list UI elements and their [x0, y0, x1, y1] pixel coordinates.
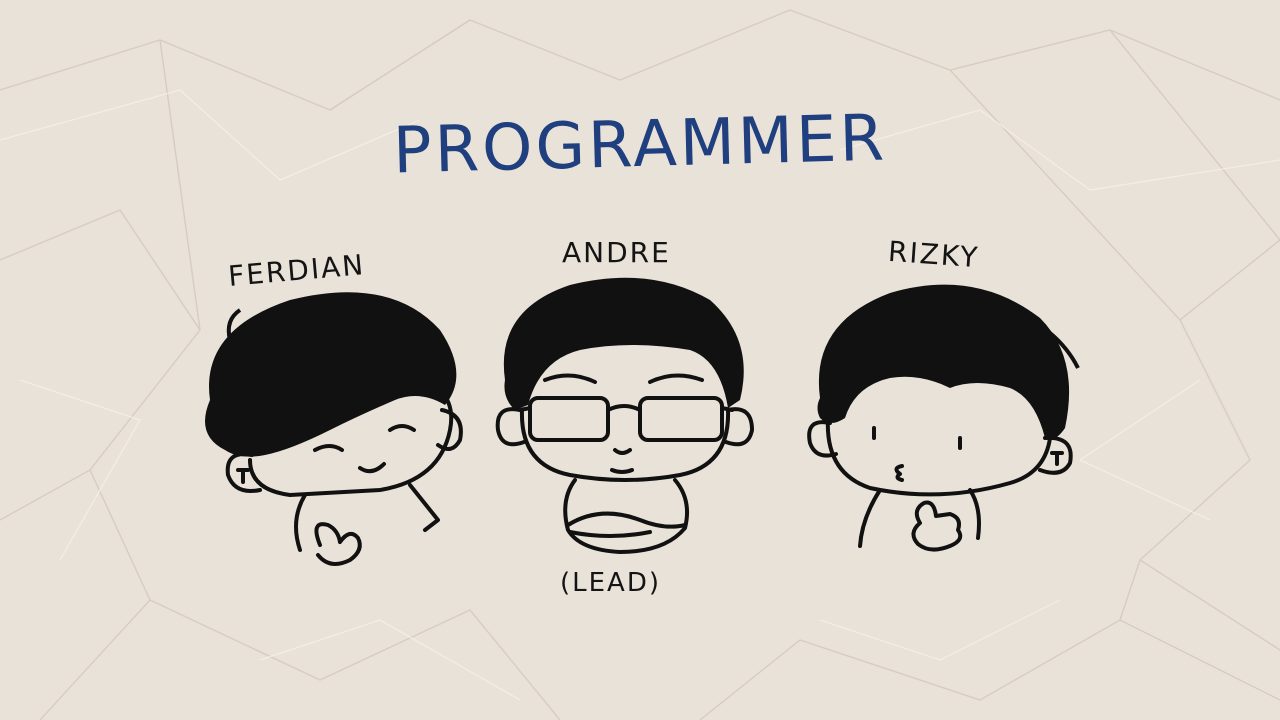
name-andre: ANDRE: [562, 236, 671, 269]
boy-thumbs-up-illustration: [807, 284, 1080, 552]
boy-glasses-arms-crossed-illustration: [495, 277, 754, 554]
ferdian-portrait: [180, 280, 470, 580]
andre-portrait: [490, 270, 760, 560]
name-rizky: RIZKY: [886, 234, 981, 275]
rizky-portrait: [800, 278, 1090, 578]
boy-peace-sign-illustration: [205, 292, 463, 566]
role-andre: (LEAD): [560, 568, 662, 598]
